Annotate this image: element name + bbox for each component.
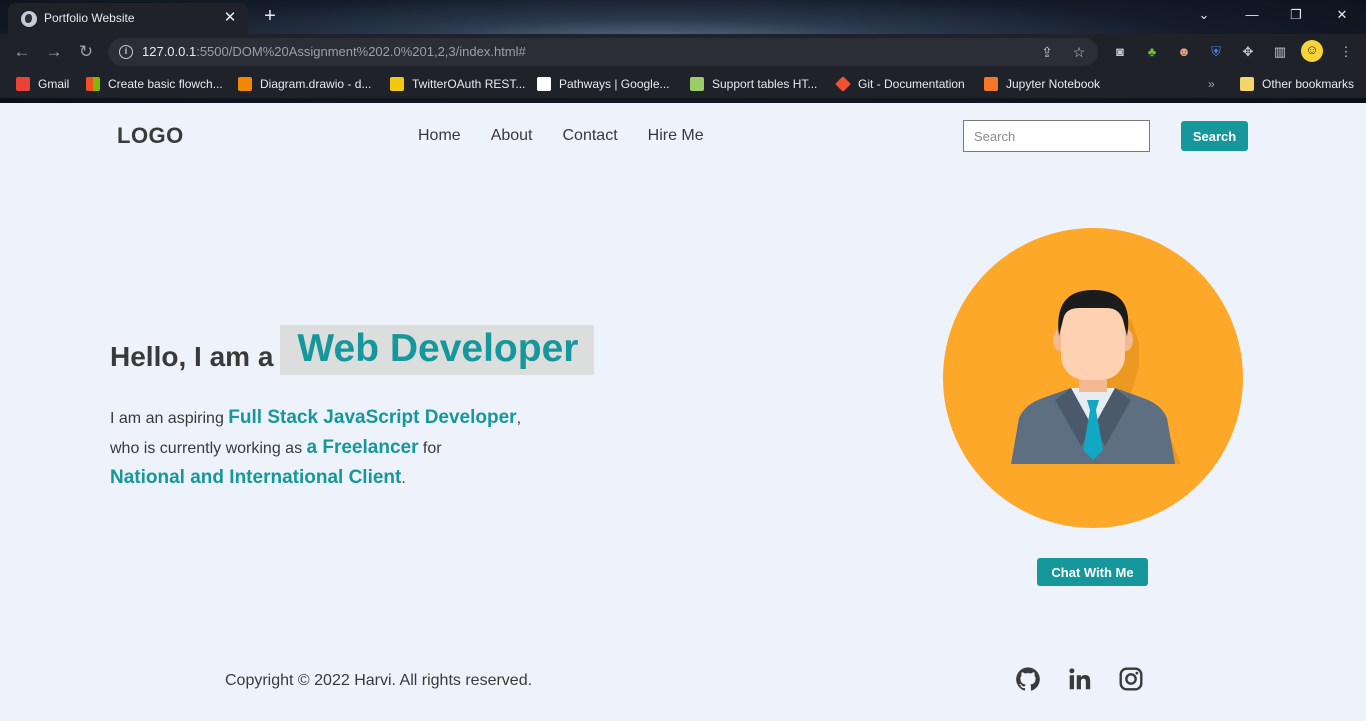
- google-pathways-icon: [537, 77, 551, 91]
- window-close-button[interactable]: ✕: [1322, 4, 1362, 28]
- folder-icon: [1240, 77, 1254, 91]
- tree-extension-icon[interactable]: ♣: [1142, 42, 1162, 62]
- hero-role: Web Developer: [280, 325, 595, 375]
- bookmarks-overflow-button[interactable]: »: [1208, 76, 1215, 92]
- close-tab-icon[interactable]: ✕: [220, 8, 240, 28]
- nav-home[interactable]: Home: [418, 127, 461, 145]
- developer-avatar-icon: [1011, 290, 1181, 464]
- search-input[interactable]: [963, 120, 1150, 152]
- url-text[interactable]: 127.0.0.1:5500/DOM%20Assignment%202.0%20…: [142, 44, 526, 59]
- portfolio-page: LOGO Home About Contact Hire Me Search H…: [0, 103, 1366, 721]
- bookmarks-bar: Gmail Create basic flowch... Diagram.dra…: [0, 70, 1366, 98]
- address-bar[interactable]: i 127.0.0.1:5500/DOM%20Assignment%202.0%…: [108, 38, 1098, 66]
- twitteroauth-icon: [390, 77, 404, 91]
- forward-icon[interactable]: →: [42, 41, 66, 63]
- tab-strip: Portfolio Website ✕ + ⌄ — ❐ ✕: [0, 0, 1366, 34]
- chat-with-me-button[interactable]: Chat With Me: [1037, 558, 1148, 586]
- browser-tab[interactable]: Portfolio Website ✕: [8, 3, 248, 34]
- restore-button[interactable]: ❐: [1276, 4, 1316, 28]
- intro-text: ,: [516, 410, 522, 427]
- intro-text: for: [418, 440, 442, 457]
- bookmark-item[interactable]: Jupyter Notebook: [984, 76, 1100, 92]
- nav-about[interactable]: About: [491, 127, 533, 145]
- linkedin-icon[interactable]: [1067, 666, 1093, 692]
- copyright-text: Copyright © 2022 Harvi. All rights reser…: [225, 672, 533, 689]
- drawio-icon: [238, 77, 252, 91]
- browser-toolbar: ← → ↻ i 127.0.0.1:5500/DOM%20Assignment%…: [0, 34, 1366, 70]
- back-icon[interactable]: ←: [10, 41, 34, 63]
- hero-intro: I am an aspiring Full Stack JavaScript D…: [110, 403, 630, 493]
- gmail-icon: [16, 77, 30, 91]
- other-bookmarks[interactable]: Other bookmarks: [1240, 76, 1354, 92]
- minimize-button[interactable]: —: [1232, 4, 1272, 28]
- menu-dots-icon[interactable]: ⋮: [1336, 42, 1356, 62]
- hero-greeting: Hello, I am a: [110, 341, 274, 372]
- github-icon[interactable]: [1015, 666, 1041, 692]
- face-extension-icon[interactable]: ☻: [1174, 42, 1194, 62]
- nav-hire-me[interactable]: Hire Me: [648, 127, 704, 145]
- bookmark-item[interactable]: Gmail: [16, 76, 69, 92]
- intro-text: who is currently working as: [110, 440, 307, 457]
- bookmark-item[interactable]: Diagram.drawio - d...: [238, 76, 371, 92]
- intro-highlight: Full Stack JavaScript Developer: [228, 407, 517, 428]
- reload-icon[interactable]: ↻: [74, 41, 98, 63]
- extensions-puzzle-icon[interactable]: ✥: [1238, 42, 1258, 62]
- intro-text: .: [401, 470, 406, 487]
- browser-chrome: Portfolio Website ✕ + ⌄ — ❐ ✕ ← → ↻ i 12…: [0, 0, 1366, 103]
- side-panel-icon[interactable]: ▥: [1270, 42, 1290, 62]
- bookmark-star-icon[interactable]: ☆: [1070, 43, 1088, 61]
- bookmark-item[interactable]: Git - Documentation: [835, 76, 965, 92]
- jupyter-icon: [984, 77, 998, 91]
- tab-title: Portfolio Website: [44, 11, 135, 25]
- camera-extension-icon[interactable]: ◙: [1110, 42, 1130, 62]
- hero-heading: Hello, I am a Web Developer: [110, 325, 595, 375]
- avatar: [943, 228, 1243, 528]
- site-info-icon[interactable]: i: [119, 45, 133, 59]
- shield-extension-icon[interactable]: ⛨: [1206, 42, 1226, 62]
- intro-highlight: National and International Client: [110, 467, 402, 488]
- main-nav: Home About Contact Hire Me: [418, 127, 704, 145]
- nav-contact[interactable]: Contact: [563, 127, 618, 145]
- intro-highlight: a Freelancer: [306, 437, 419, 458]
- caniuse-icon: [690, 77, 704, 91]
- intro-text: I am an aspiring: [110, 410, 229, 427]
- instagram-icon[interactable]: [1118, 666, 1144, 692]
- share-icon[interactable]: ⇪: [1038, 43, 1056, 61]
- profile-avatar[interactable]: ☺: [1301, 40, 1323, 62]
- bookmark-item[interactable]: Support tables HT...: [690, 76, 817, 92]
- bookmark-item[interactable]: TwitterOAuth REST...: [390, 76, 525, 92]
- microsoft-icon: [86, 77, 100, 91]
- git-icon: [835, 76, 851, 92]
- site-logo[interactable]: LOGO: [117, 123, 184, 149]
- bookmark-item[interactable]: Create basic flowch...: [86, 76, 223, 92]
- search-button[interactable]: Search: [1181, 121, 1248, 151]
- new-tab-button[interactable]: +: [258, 5, 282, 29]
- url-path: :5500/DOM%20Assignment%202.0%201,2,3/ind…: [196, 44, 526, 59]
- globe-icon: [21, 11, 37, 27]
- bookmark-item[interactable]: Pathways | Google...: [537, 76, 670, 92]
- url-host: 127.0.0.1: [142, 44, 197, 59]
- tab-search-icon[interactable]: ⌄: [1184, 4, 1224, 28]
